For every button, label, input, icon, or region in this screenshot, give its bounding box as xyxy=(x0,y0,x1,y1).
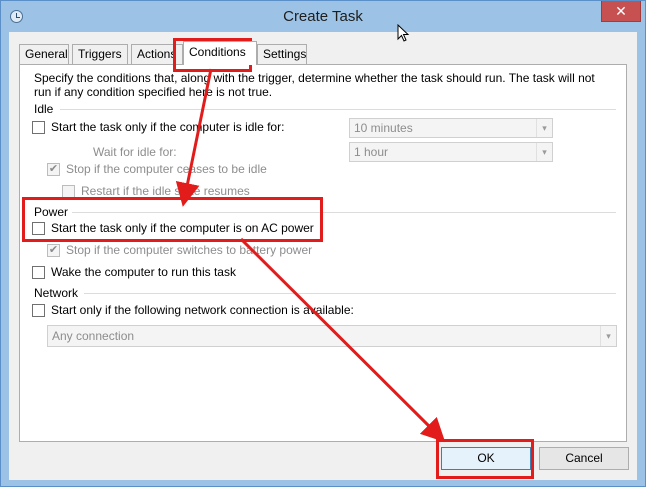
wait-duration-select[interactable]: 1 hour ▾ xyxy=(349,142,553,162)
cancel-button[interactable]: Cancel xyxy=(539,447,629,470)
idle-group-label: Idle xyxy=(34,102,54,116)
wake-row[interactable]: Wake the computer to run this task xyxy=(32,265,236,279)
battery-label: Stop if the computer switches to battery… xyxy=(66,243,313,257)
idle-start-label: Start the task only if the computer is i… xyxy=(51,120,285,134)
network-row[interactable]: Start only if the following network conn… xyxy=(32,303,354,317)
ac-power-label: Start the task only if the computer is o… xyxy=(51,221,314,235)
network-group-label: Network xyxy=(34,286,79,300)
wake-checkbox[interactable] xyxy=(32,265,45,279)
tab-settings[interactable]: Settings xyxy=(257,44,307,64)
network-connection-select[interactable]: Any connection ▾ xyxy=(47,325,617,347)
close-button[interactable]: ✕ xyxy=(601,1,641,22)
power-divider xyxy=(72,212,616,213)
chevron-down-icon: ▾ xyxy=(536,143,552,161)
dialog-body: General Triggers Actions Conditions Sett… xyxy=(9,32,637,480)
tab-conditions[interactable]: Conditions xyxy=(183,41,257,65)
chevron-down-icon: ▾ xyxy=(536,119,552,137)
ok-button[interactable]: OK xyxy=(441,447,531,470)
stop-idle-row[interactable]: ✔ Stop if the computer ceases to be idle xyxy=(47,162,267,176)
idle-divider xyxy=(60,109,616,110)
idle-duration-value: 10 minutes xyxy=(354,121,413,135)
restart-idle-label: Restart if the idle state resumes xyxy=(81,184,250,198)
network-label: Start only if the following network conn… xyxy=(51,303,354,317)
idle-start-row[interactable]: Start the task only if the computer is i… xyxy=(32,120,284,134)
tab-actions[interactable]: Actions xyxy=(131,44,183,64)
wake-label: Wake the computer to run this task xyxy=(51,265,236,279)
title-bar[interactable]: Create Task ✕ xyxy=(1,1,645,32)
chevron-down-icon: ▾ xyxy=(600,326,616,346)
wait-idle-row: Wait for idle for: xyxy=(93,145,177,159)
ac-power-row[interactable]: Start the task only if the computer is o… xyxy=(32,221,314,235)
wait-duration-value: 1 hour xyxy=(354,145,389,159)
network-connection-value: Any connection xyxy=(52,329,135,343)
create-task-window: Create Task ✕ General Triggers Actions C… xyxy=(0,0,646,487)
network-divider xyxy=(84,293,616,294)
wait-idle-label: Wait for idle for: xyxy=(93,145,177,159)
stop-idle-label: Stop if the computer ceases to be idle xyxy=(66,162,267,176)
conditions-description: Specify the conditions that, along with … xyxy=(34,71,595,99)
conditions-panel: Specify the conditions that, along with … xyxy=(19,64,627,442)
idle-start-checkbox[interactable] xyxy=(32,120,45,134)
ac-power-checkbox[interactable] xyxy=(32,221,45,235)
window-title: Create Task xyxy=(283,8,363,25)
stop-idle-checkbox[interactable]: ✔ xyxy=(47,162,60,176)
idle-duration-select[interactable]: 10 minutes ▾ xyxy=(349,118,553,138)
restart-idle-checkbox[interactable] xyxy=(62,184,75,198)
battery-checkbox[interactable]: ✔ xyxy=(47,243,60,257)
mouse-pointer-icon xyxy=(397,24,410,42)
restart-idle-row[interactable]: Restart if the idle state resumes xyxy=(62,184,250,198)
tab-triggers[interactable]: Triggers xyxy=(72,44,128,64)
tab-general[interactable]: General xyxy=(19,44,69,64)
power-group-label: Power xyxy=(34,205,69,219)
network-checkbox[interactable] xyxy=(32,303,45,317)
battery-row[interactable]: ✔ Stop if the computer switches to batte… xyxy=(47,243,312,257)
